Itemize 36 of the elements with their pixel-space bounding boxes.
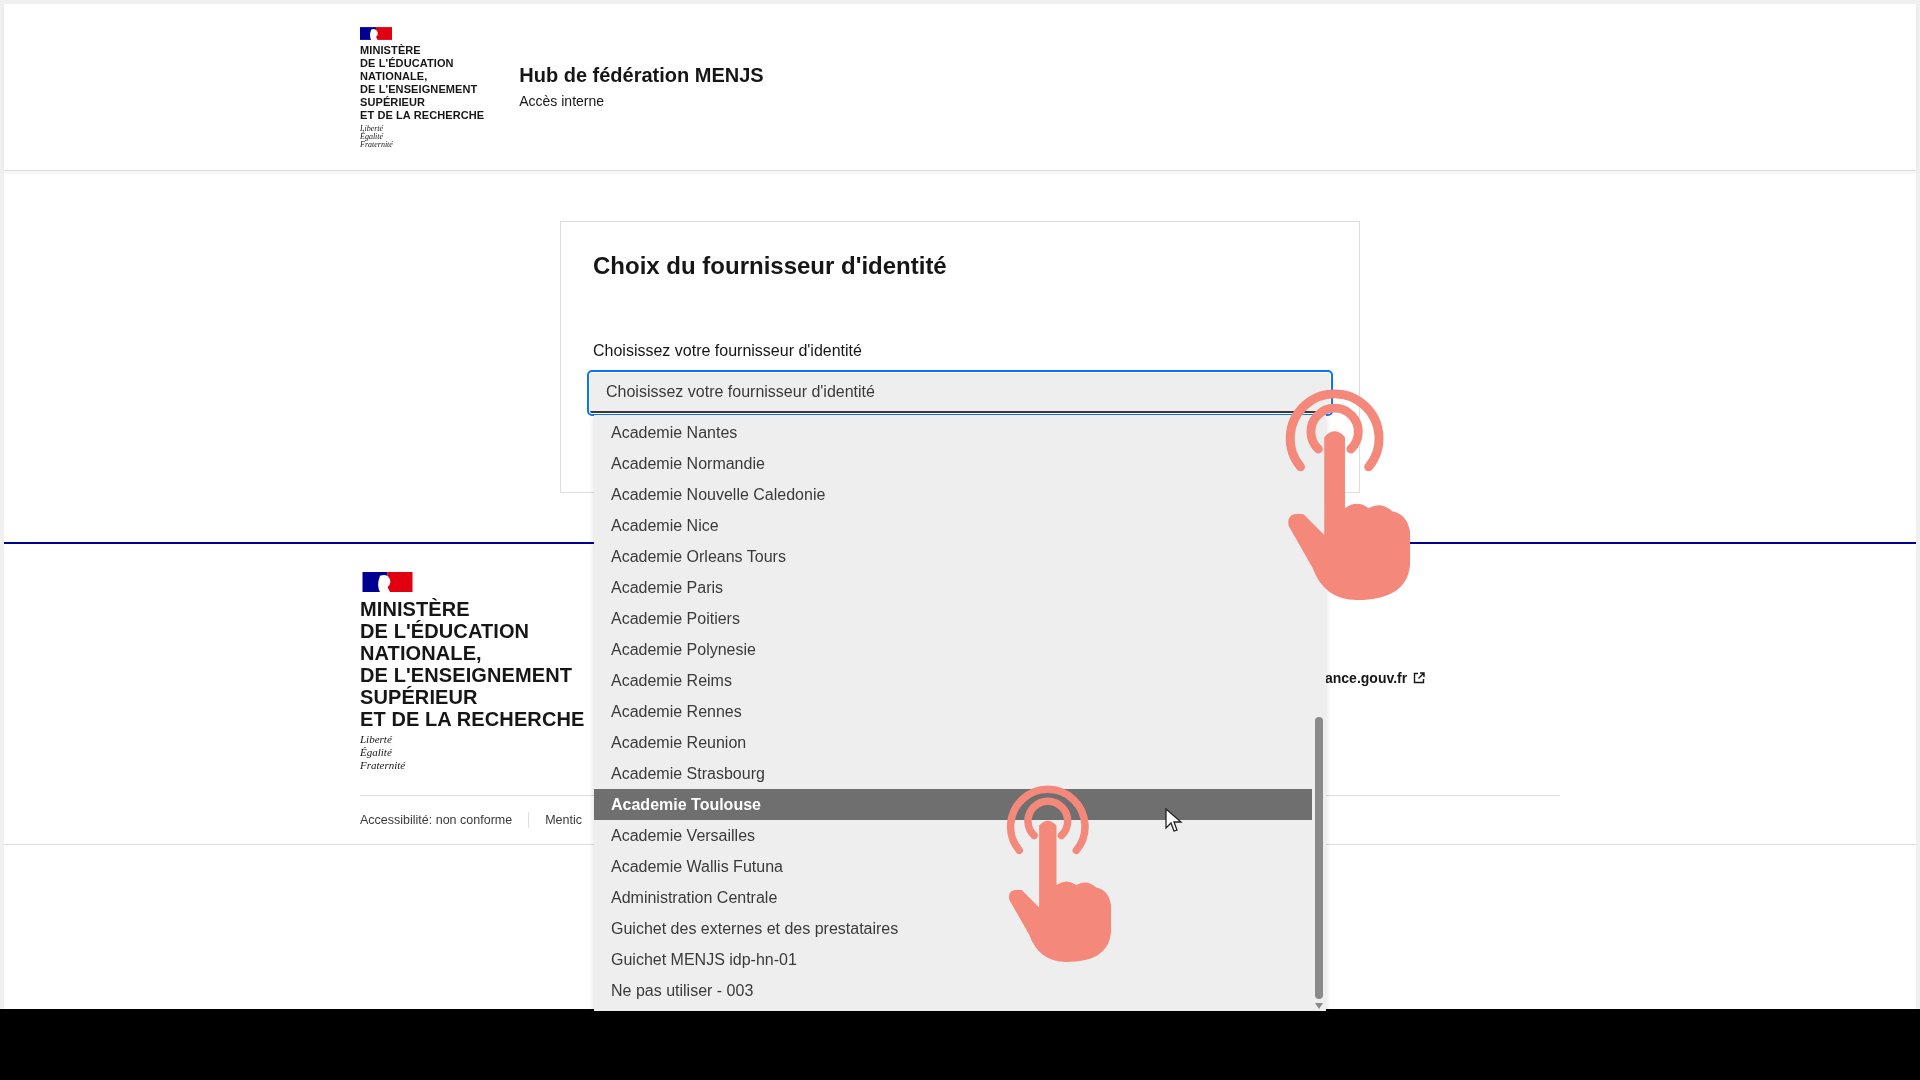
footer-link[interactable]: Accessibilité: non conforme <box>360 813 513 827</box>
scrollbar-thumb[interactable] <box>1315 717 1323 999</box>
dropdown-option[interactable]: Academie Nice <box>594 510 731 541</box>
dropdown-option[interactable]: Administration Centrale <box>594 882 790 913</box>
external-link[interactable]: ance.gouv.fr <box>1325 670 1426 686</box>
dropdown-option[interactable]: Guichet MENJS idp-hn-01 <box>594 944 809 975</box>
dropdown-option[interactable]: Academie Paris <box>594 572 736 603</box>
flag-icon <box>360 27 392 40</box>
footer-link[interactable]: Mentic <box>545 813 582 827</box>
dropdown-option[interactable]: Academie Versailles <box>594 820 768 851</box>
card-title: Choix du fournisseur d'identité <box>593 252 948 280</box>
dropdown-option[interactable]: Guichet des externes et des prestataires <box>594 913 911 944</box>
ministry-name: MINISTÈRE DE L'ÉDUCATION NATIONALE, DE L'ENSEIGNEMENT SUPÉRIEUR ET DE LA RECHERCHE <box>360 598 585 730</box>
dropdown-option[interactable]: Academie Rennes <box>594 696 754 727</box>
field-label: Choisissez votre fournisseur d'identité <box>593 342 863 360</box>
dropdown-option[interactable]: Academie Wallis Futuna <box>594 851 795 882</box>
external-link-icon <box>1413 672 1426 684</box>
dropdown-option[interactable]: Academie Poitiers <box>594 603 752 634</box>
dropdown-option[interactable]: Academie Nouvelle Caledonie <box>594 479 838 510</box>
motto: Liberté Égalité Fraternité <box>360 125 394 149</box>
dropdown-option[interactable]: Ne pas utiliser - 003 <box>594 975 766 1006</box>
dropdown-option[interactable]: Academie Toulouse <box>594 789 1312 820</box>
dropdown-option[interactable]: Academie Orleans Tours <box>594 541 798 572</box>
flag-icon <box>360 572 415 592</box>
dropdown-option[interactable]: Academie Nantes <box>594 417 750 448</box>
motto: Liberté Égalité Fraternité <box>360 733 407 772</box>
site-subtitle: Accès interne <box>519 93 606 109</box>
mouse-cursor-icon <box>1165 808 1183 834</box>
dropdown-option[interactable]: Academie Strasbourg <box>594 758 777 789</box>
site-title: Hub de fédération MENJS <box>519 64 764 87</box>
ministry-name: MINISTÈRE DE L'ÉDUCATION NATIONALE, DE L'ENSEIGNEMENT SUPÉRIEUR ET DE LA RECHERCHE <box>360 44 485 122</box>
dropdown-option[interactable]: Academie Reunion <box>594 727 759 758</box>
identity-provider-select[interactable]: Choisissez votre fournisseur d'identité <box>590 373 1330 413</box>
dropdown-option[interactable]: Academie Normandie <box>594 448 777 479</box>
dropdown-option[interactable]: Academie Polynesie <box>594 634 768 665</box>
dropdown-option[interactable]: Academie Reims <box>594 665 744 696</box>
